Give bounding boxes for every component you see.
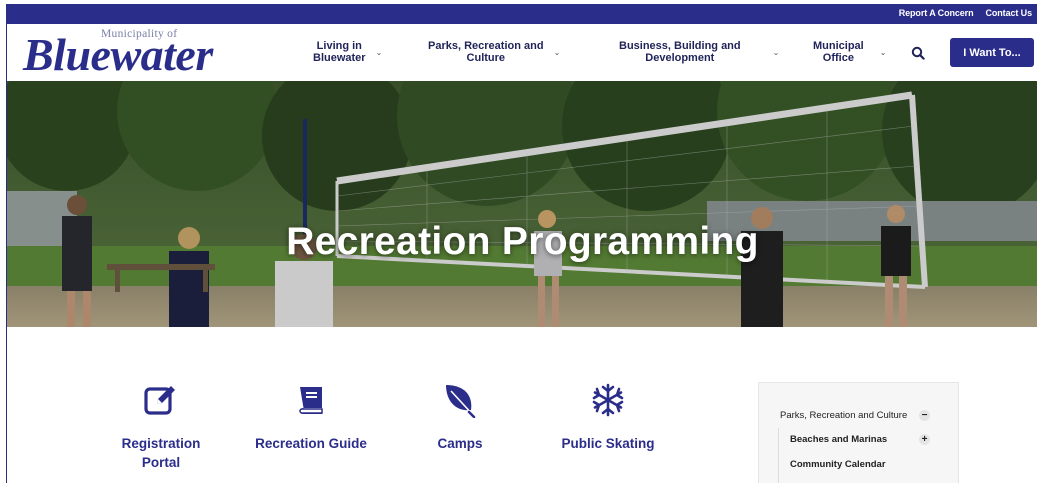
side-menu-beaches-marinas[interactable]: Beaches and Marinas + <box>790 434 930 445</box>
nav-label: Municipal Office <box>813 40 864 64</box>
report-concern-link[interactable]: Report A Concern <box>899 8 974 18</box>
book-icon <box>236 382 386 418</box>
site-logo[interactable]: Municipality of Bluewater <box>23 26 273 80</box>
edit-icon <box>86 382 236 418</box>
side-menu-label: Parks, Recreation and Culture <box>780 410 908 421</box>
quick-link-label: Recreation Guide <box>255 436 367 451</box>
quick-link-camps[interactable]: Camps <box>385 382 535 453</box>
site-header: Municipality of Bluewater Living in Blue… <box>7 24 1037 81</box>
nav-business-building-development[interactable]: Business, Building and Development ⌄ <box>619 40 779 64</box>
logo-title: Bluewater <box>23 29 213 80</box>
chevron-down-icon: ⌄ <box>879 47 887 57</box>
chevron-down-icon: ⌄ <box>772 47 780 57</box>
quick-link-public-skating[interactable]: Public Skating <box>533 382 683 453</box>
leaf-icon <box>385 382 535 418</box>
hero-banner: Recreation Programming <box>7 81 1037 327</box>
utility-bar: Report A Concern Contact Us <box>7 4 1037 24</box>
side-menu-label: Community Calendar <box>790 459 886 470</box>
i-want-to-button[interactable]: I Want To... <box>950 38 1034 67</box>
quick-link-label: Registration Portal <box>121 436 201 470</box>
nav-municipal-office[interactable]: Municipal Office ⌄ <box>813 40 886 64</box>
collapse-icon[interactable]: − <box>919 410 930 421</box>
side-menu-label: Beaches and Marinas <box>790 434 888 445</box>
nav-label: Living in Bluewater <box>313 40 366 64</box>
quick-link-label: Camps <box>437 436 483 451</box>
snowflake-icon <box>533 382 683 418</box>
hero-photo <box>7 81 1037 327</box>
contact-us-link[interactable]: Contact Us <box>985 8 1032 18</box>
nav-living-in-bluewater[interactable]: Living in Bluewater ⌄ <box>313 40 382 64</box>
quick-link-recreation-guide[interactable]: Recreation Guide <box>236 382 386 453</box>
quick-link-label: Public Skating <box>561 436 655 451</box>
page-frame: Report A Concern Contact Us Municipality… <box>6 4 1037 483</box>
hero-title: Recreation Programming <box>286 220 759 263</box>
quick-link-registration-portal[interactable]: Registration Portal <box>86 382 236 472</box>
side-menu: Parks, Recreation and Culture − Beaches … <box>758 382 959 483</box>
chevron-down-icon: ⌄ <box>553 47 561 57</box>
nav-label: Parks, Recreation and Culture <box>428 40 544 64</box>
nav-label: Business, Building and Development <box>619 40 741 64</box>
side-menu-community-calendar[interactable]: Community Calendar <box>790 459 930 470</box>
chevron-down-icon: ⌄ <box>375 47 383 57</box>
side-menu-parks-recreation-culture[interactable]: Parks, Recreation and Culture − <box>780 410 930 421</box>
search-icon[interactable] <box>911 46 925 60</box>
submenu-divider <box>778 428 779 483</box>
expand-icon[interactable]: + <box>919 434 930 445</box>
nav-parks-recreation-culture[interactable]: Parks, Recreation and Culture ⌄ <box>428 40 560 64</box>
